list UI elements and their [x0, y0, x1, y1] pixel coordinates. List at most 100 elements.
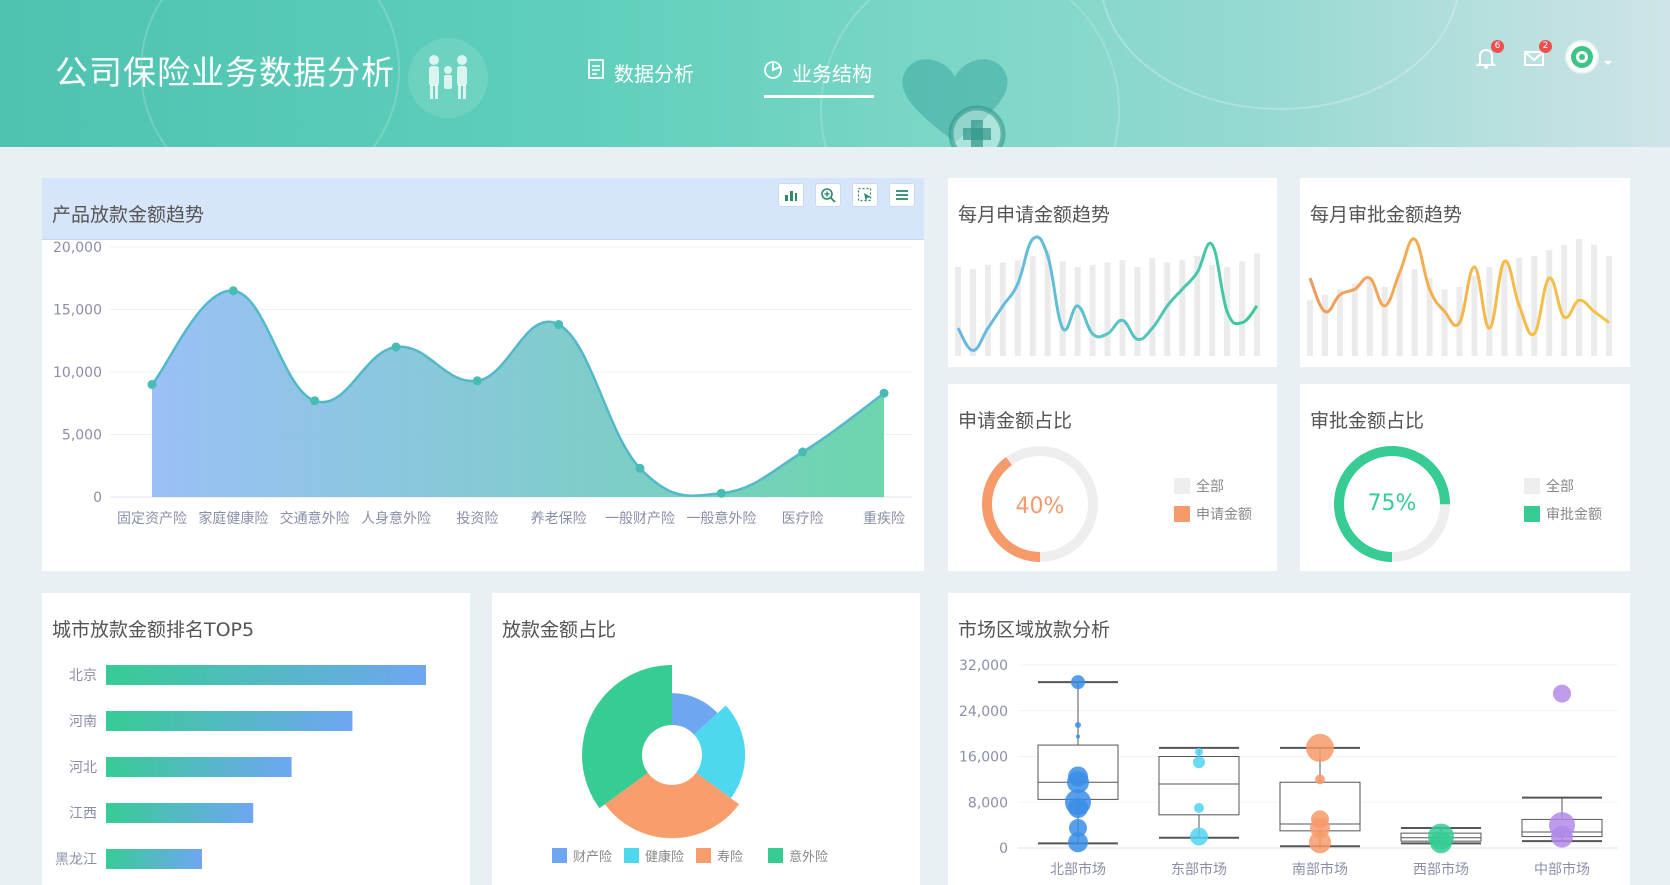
bar	[1209, 264, 1216, 356]
area-fill	[152, 290, 884, 497]
legend-label: 审批金额	[1546, 507, 1602, 523]
bar	[1239, 261, 1246, 356]
decor-circle	[1100, 0, 1460, 110]
legend-label: 健康险	[645, 849, 684, 865]
city-bar	[106, 849, 202, 869]
data-point	[1309, 831, 1331, 854]
x-tick-label: 东部市场	[1171, 861, 1227, 878]
x-tick-label: 医疗险	[782, 511, 824, 527]
bar	[1561, 244, 1568, 356]
legend-swatch	[624, 848, 639, 863]
x-tick-label: 养老保险	[531, 511, 587, 527]
bar	[1134, 266, 1141, 356]
city-bar	[106, 803, 254, 823]
city-bar	[106, 711, 353, 731]
legend-label: 意外险	[789, 849, 828, 865]
y-tick-label: 16,000	[959, 750, 1008, 766]
data-point	[1553, 684, 1571, 703]
apply-ratio-panel: 申请金额占比 40% 全部 申请金额	[948, 384, 1277, 571]
x-tick-label: 北部市场	[1050, 861, 1106, 878]
legend-item-all: 全部	[1524, 476, 1574, 496]
data-point	[1075, 722, 1081, 729]
bar	[1029, 255, 1036, 356]
market-boxplot-chart: 32,000 24,000 16,000 8,000 0 北部市场 东部市场 南部市场 西部市场…	[959, 658, 1618, 878]
bar	[1606, 255, 1612, 356]
x-tick-label: 投资险	[456, 511, 498, 527]
bar	[984, 264, 991, 356]
report-icon	[586, 58, 606, 85]
bar	[1546, 250, 1553, 356]
bar	[1307, 300, 1313, 356]
y-tick-label: 10,000	[53, 365, 102, 381]
chevron-down-icon[interactable]	[1603, 52, 1613, 71]
city-bar	[106, 665, 426, 685]
x-tick-label: 家庭健康险	[198, 510, 268, 527]
y-tick-label: 8,000	[968, 795, 1008, 811]
city-bar	[106, 757, 292, 777]
heart-icon	[895, 52, 1015, 147]
city-label: 江西	[69, 806, 97, 822]
y-tick-label: 20,000	[53, 240, 102, 256]
bar	[1059, 261, 1066, 356]
apply-trend-chart	[955, 235, 1260, 356]
notification-badge: 6	[1491, 40, 1504, 53]
legend-swatch	[768, 848, 783, 863]
message-badge: 2	[1539, 40, 1552, 53]
bar	[1254, 253, 1260, 356]
city-label: 黑龙江	[55, 852, 97, 868]
bar	[1089, 264, 1096, 356]
bar	[1471, 275, 1478, 356]
tab-label: 数据分析	[614, 62, 694, 86]
bar	[1074, 266, 1081, 356]
data-point	[1190, 827, 1208, 846]
bar	[1576, 239, 1583, 356]
data-point	[147, 380, 157, 389]
mail-icon[interactable]: 2	[1520, 40, 1552, 72]
legend-item-approve: 审批金额	[1524, 504, 1602, 524]
loan-rose-chart: 财产险 健康险 寿险 意外险	[552, 665, 828, 865]
x-tick-label: 中部市场	[1534, 861, 1590, 878]
data-point	[1306, 733, 1334, 762]
ratio-value-label: 40%	[1016, 494, 1065, 519]
bar	[1591, 244, 1598, 356]
bell-icon[interactable]: 6	[1472, 40, 1504, 72]
legend-item-apply: 申请金额	[1174, 504, 1252, 524]
approve-trend-chart	[1307, 237, 1612, 356]
legend-item-all: 全部	[1174, 476, 1224, 496]
bar	[1366, 278, 1373, 356]
avatar[interactable]	[1565, 40, 1599, 74]
bar	[1149, 258, 1156, 356]
select-icon[interactable]	[852, 183, 878, 207]
page-title: 公司保险业务数据分析	[55, 53, 395, 92]
data-point	[310, 396, 320, 406]
data-point	[228, 286, 238, 296]
tab-label: 业务结构	[792, 62, 872, 86]
data-point	[1195, 747, 1203, 756]
data-point	[1068, 832, 1088, 853]
tab-data-analysis[interactable]: 数据分析	[586, 58, 694, 98]
x-tick-label: 交通意外险	[280, 510, 350, 527]
bar	[1351, 283, 1358, 356]
list-icon[interactable]	[889, 183, 915, 207]
approve-trend-panel: 每月审批金额趋势	[1300, 178, 1630, 367]
tab-business-structure[interactable]: 业务结构	[762, 58, 874, 98]
bar	[1486, 266, 1493, 356]
data-point	[798, 447, 808, 457]
legend-swatch	[1174, 506, 1190, 522]
loan-ratio-panel: 放款金额占比 财产险 健康险 寿险 意外险	[492, 593, 920, 885]
y-tick-label: 32,000	[959, 658, 1008, 674]
x-tick-label: 一般意外险	[686, 510, 756, 527]
zoom-in-icon[interactable]	[815, 183, 841, 207]
data-point	[1194, 802, 1204, 813]
legend-label: 全部	[1196, 479, 1224, 495]
market-panel: 市场区域放款分析 32,000 24,000 16,000 8,000 0 北部市场 东部市…	[948, 593, 1630, 885]
bar-chart-icon[interactable]	[778, 183, 804, 207]
city-label: 河南	[69, 714, 97, 730]
data-point	[1071, 675, 1085, 690]
legend-label: 寿险	[717, 850, 743, 865]
apply-trend-panel: 每月申请金额趋势	[948, 178, 1277, 367]
data-point	[1068, 797, 1088, 818]
y-tick-label: 0	[999, 841, 1008, 857]
data-point	[391, 342, 401, 352]
y-tick-label: 0	[93, 490, 102, 506]
